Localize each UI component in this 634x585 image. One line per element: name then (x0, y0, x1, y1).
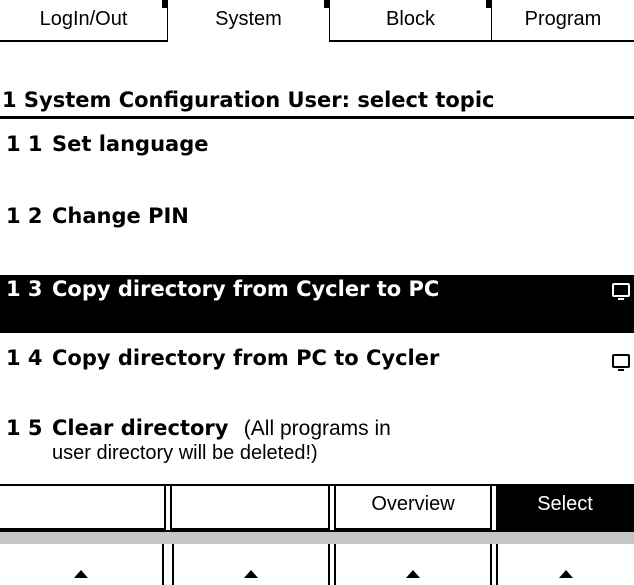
up-arrow-icon (244, 570, 258, 578)
tab-login-out[interactable]: LogIn/Out (0, 0, 168, 42)
tab-label: Program (524, 8, 602, 30)
tab-program[interactable]: Program (492, 0, 634, 42)
menu-item-change-pin[interactable]: 1 2 Change PIN (0, 204, 634, 244)
softkey-label: Select (537, 493, 593, 515)
softkey-label: Overview (371, 493, 455, 515)
menu-item-note-line2: user directory will be deleted!) (52, 442, 318, 464)
up-arrow-icon (559, 570, 573, 578)
menu-item-set-language[interactable]: 1 1 Set language (0, 132, 634, 172)
softkey-1[interactable] (0, 486, 166, 530)
up-arrow-icon (406, 570, 420, 578)
menu-item-label: Clear directory (All programs in (52, 416, 391, 441)
separator-bar (0, 530, 634, 544)
softkey-bar: Overview Select (0, 484, 634, 530)
menu-item-label-text: Clear directory (52, 416, 229, 440)
menu-item-number: 1 2 (6, 204, 43, 228)
tab-label: LogIn/Out (39, 8, 128, 30)
pc-icon (612, 354, 630, 371)
menu-item-label: Copy directory from Cycler to PC (52, 277, 440, 301)
tab-bar: LogIn/Out System Block Program (0, 0, 634, 44)
tab-system[interactable]: System (168, 0, 330, 42)
menu-item-label: Change PIN (52, 204, 189, 228)
softkey-2[interactable] (170, 486, 330, 530)
tab-block[interactable]: Block (330, 0, 492, 42)
menu-item-copy-pc-to-cycler[interactable]: 1 4 Copy directory from PC to Cycler (0, 346, 634, 386)
pc-icon (612, 283, 630, 300)
tab-label: Block (386, 8, 435, 30)
menu-item-number: 1 5 (6, 416, 43, 440)
up-arrow-icon (74, 570, 88, 578)
page-title: 1 System Configuration User: select topi… (2, 88, 495, 112)
menu-item-label: Set language (52, 132, 209, 156)
menu-item-number: 1 4 (6, 346, 43, 370)
menu-item-number: 1 3 (6, 277, 43, 301)
menu-item-number: 1 1 (6, 132, 43, 156)
hardware-button-1[interactable] (0, 544, 164, 585)
divider (0, 116, 634, 119)
menu-item-clear-directory[interactable]: 1 5 Clear directory (All programs in use… (0, 416, 634, 482)
overview-button[interactable]: Overview (334, 486, 492, 530)
hardware-button-3[interactable] (334, 544, 492, 585)
hardware-button-4[interactable] (496, 544, 634, 585)
menu-item-label: Copy directory from PC to Cycler (52, 346, 440, 370)
select-button[interactable]: Select (496, 486, 634, 530)
hardware-button-2[interactable] (172, 544, 330, 585)
menu-item-copy-cycler-to-pc[interactable]: 1 3 Copy directory from Cycler to PC (0, 275, 634, 333)
tab-label: System (215, 8, 282, 30)
menu-item-note: (All programs in (243, 417, 391, 440)
